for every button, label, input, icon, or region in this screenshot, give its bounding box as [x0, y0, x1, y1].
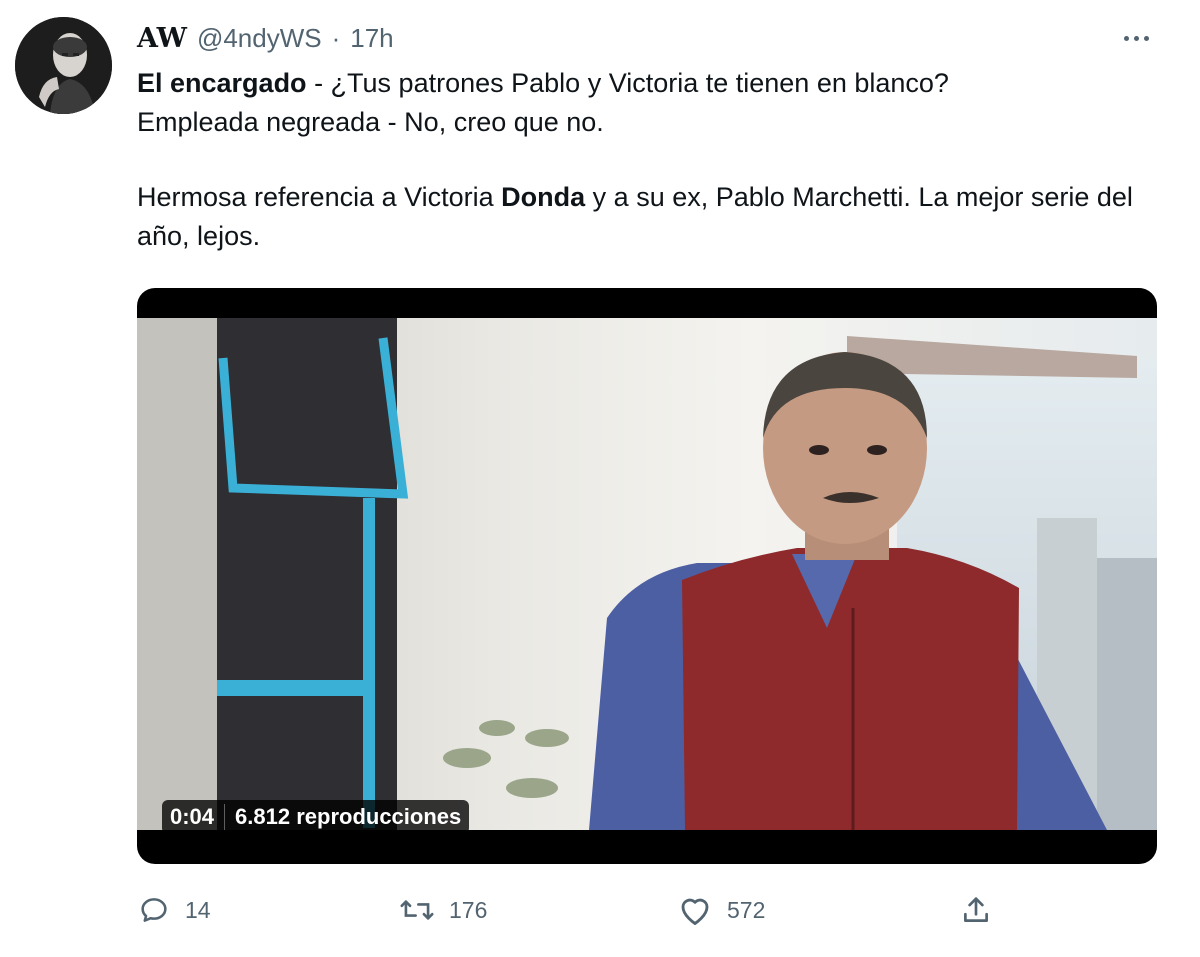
tweet-bold-text: El encargado	[137, 68, 307, 98]
more-icon[interactable]	[1116, 24, 1156, 52]
reply-button[interactable]: 14	[137, 888, 211, 932]
tweet-text-segment: Hermosa referencia a Victoria	[137, 182, 502, 212]
retweet-icon	[400, 900, 434, 920]
reply-count: 14	[185, 896, 211, 923]
video-duration: 0:04	[170, 804, 215, 829]
video-views: 6.812 reproducciones	[235, 804, 462, 829]
action-bar: 14 176 572	[137, 888, 997, 932]
author-display-name[interactable]: AW	[137, 23, 187, 54]
like-icon	[681, 898, 709, 925]
tweet-header: AW @4ndyWS · 17h	[137, 20, 394, 56]
author-handle[interactable]: @4ndyWS	[197, 23, 322, 54]
reply-icon	[141, 898, 167, 922]
tweet-line-3: Hermosa referencia a Victoria Donda y a …	[137, 178, 1147, 256]
separator-dot: ·	[331, 22, 341, 53]
video-player[interactable]: 0:04 6.812 reproducciones	[137, 288, 1157, 864]
video-frame	[137, 318, 1157, 830]
tweet-text: El encargado - ¿Tus patrones Pablo y Vic…	[137, 64, 1147, 256]
share-icon	[964, 897, 988, 922]
video-stats-badge: 0:04 6.812 reproducciones	[162, 800, 470, 834]
tweet-text-segment: - ¿Tus patrones Pablo y Victoria te tien…	[306, 68, 949, 98]
retweet-count: 176	[449, 896, 488, 923]
retweet-button[interactable]: 176	[399, 888, 487, 932]
like-count: 572	[727, 896, 766, 923]
like-button[interactable]: 572	[677, 888, 765, 932]
avatar[interactable]	[15, 17, 112, 114]
tweet-line-1: El encargado - ¿Tus patrones Pablo y Vic…	[137, 64, 1147, 103]
share-button[interactable]	[959, 888, 993, 932]
tweet[interactable]: AW @4ndyWS · 17h El encargado - ¿Tus pat…	[0, 0, 1200, 957]
timestamp[interactable]: 17h	[350, 23, 393, 54]
avatar-image	[15, 17, 112, 114]
tweet-line-2: Empleada negreada - No, creo que no.	[137, 107, 604, 137]
tweet-bold-text: Donda	[501, 182, 586, 212]
